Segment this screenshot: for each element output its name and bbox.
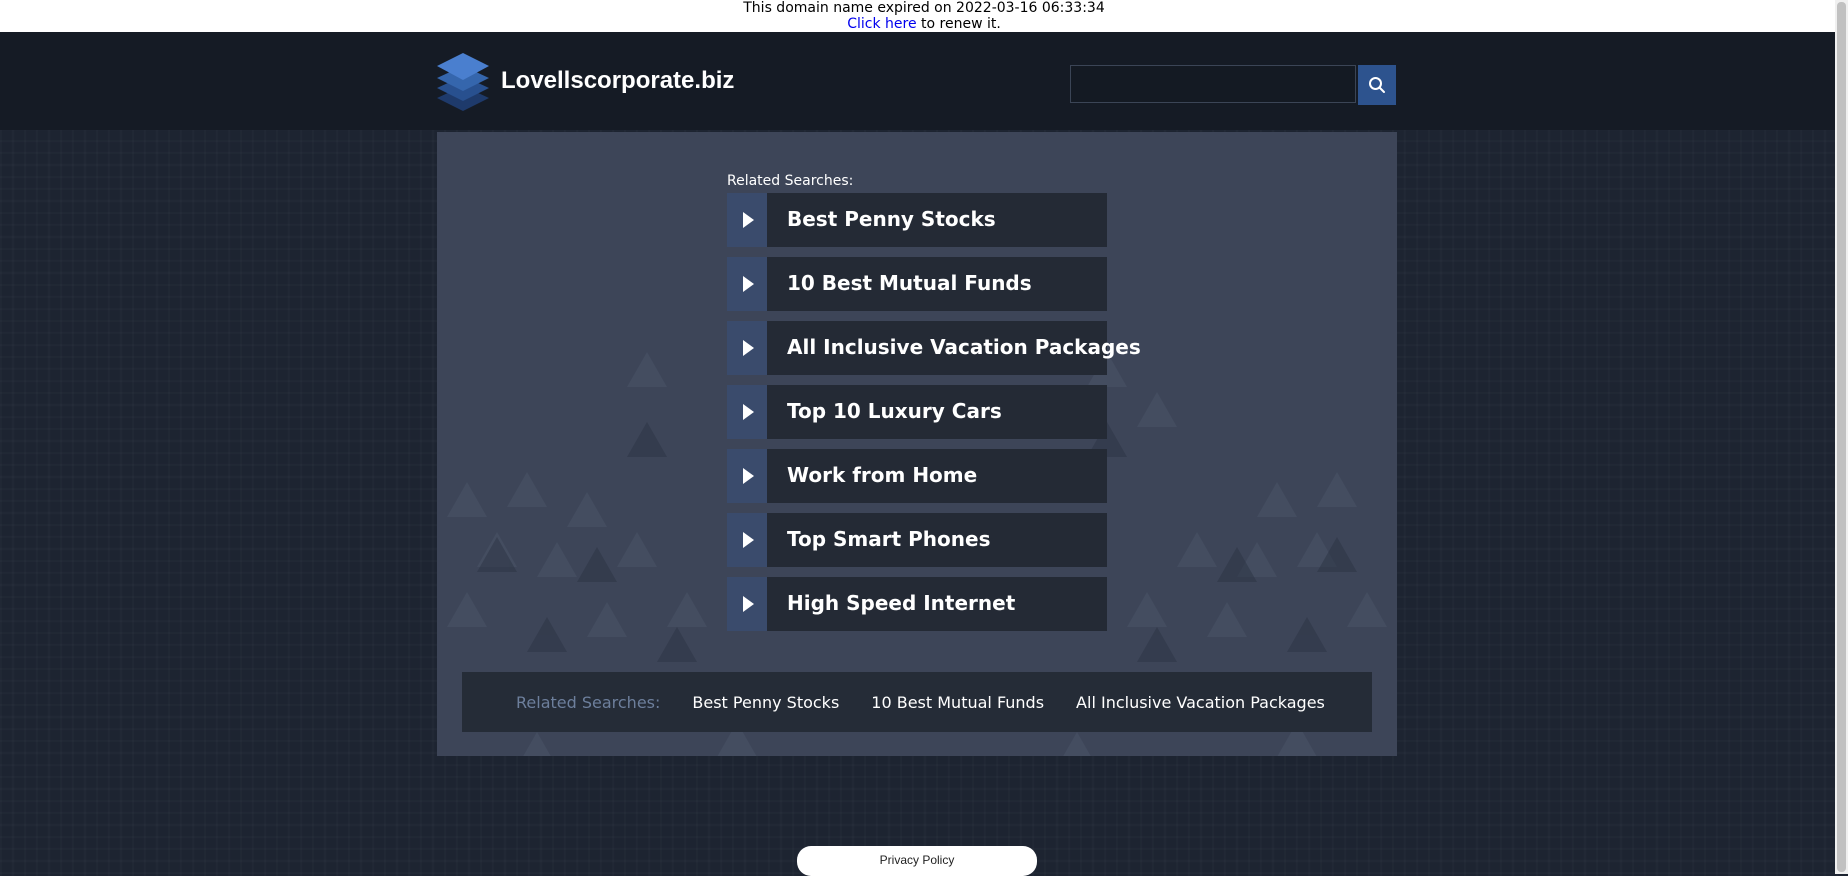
renew-line: Click here to renew it. bbox=[0, 16, 1848, 32]
vertical-scrollbar[interactable] bbox=[1835, 0, 1848, 874]
search-link-label: Best Penny Stocks bbox=[787, 207, 996, 231]
play-arrow-icon bbox=[727, 385, 767, 439]
site-header: Lovellscorporate.biz bbox=[0, 32, 1835, 130]
related-searches-label: Related Searches: bbox=[727, 173, 854, 189]
search-input[interactable] bbox=[1070, 65, 1356, 103]
search-link-label: Work from Home bbox=[787, 463, 978, 487]
search-link-label: 10 Best Mutual Funds bbox=[787, 271, 1032, 295]
bottom-related-label: Related Searches: bbox=[516, 692, 661, 712]
content-panel: Related Searches: Best Penny Stocks 10 B… bbox=[437, 132, 1397, 756]
play-arrow-icon bbox=[727, 577, 767, 631]
search-link-label: Top Smart Phones bbox=[787, 527, 991, 551]
play-arrow-icon bbox=[727, 449, 767, 503]
search-link-all-inclusive-vacation-packages[interactable]: All Inclusive Vacation Packages bbox=[727, 321, 1141, 375]
bottom-link-10-best-mutual-funds[interactable]: 10 Best Mutual Funds bbox=[871, 693, 1044, 712]
search-link-best-penny-stocks[interactable]: Best Penny Stocks bbox=[727, 193, 1107, 247]
renew-suffix: to renew it. bbox=[916, 16, 1001, 32]
renew-link[interactable]: Click here bbox=[847, 16, 916, 32]
domain-expiry-notice: This domain name expired on 2022-03-16 0… bbox=[0, 0, 1848, 32]
search-icon bbox=[1369, 77, 1385, 93]
search-link-10-best-mutual-funds[interactable]: 10 Best Mutual Funds bbox=[727, 257, 1107, 311]
privacy-policy-link[interactable]: Privacy Policy bbox=[797, 846, 1037, 876]
related-searches-list: Best Penny Stocks 10 Best Mutual Funds A… bbox=[727, 193, 1141, 641]
layers-icon bbox=[437, 53, 489, 111]
search-link-label: All Inclusive Vacation Packages bbox=[787, 335, 1141, 359]
play-arrow-icon bbox=[727, 193, 767, 247]
search-button[interactable] bbox=[1358, 65, 1396, 105]
search-link-label: Top 10 Luxury Cars bbox=[787, 399, 1002, 423]
scrollbar-thumb[interactable] bbox=[1837, 2, 1846, 872]
search-link-top-smart-phones[interactable]: Top Smart Phones bbox=[727, 513, 1107, 567]
expiry-text: This domain name expired on 2022-03-16 0… bbox=[743, 0, 1105, 16]
bottom-link-best-penny-stocks[interactable]: Best Penny Stocks bbox=[692, 693, 839, 712]
site-title: Lovellscorporate.biz bbox=[501, 67, 735, 94]
play-arrow-icon bbox=[727, 257, 767, 311]
bottom-link-all-inclusive-vacation-packages[interactable]: All Inclusive Vacation Packages bbox=[1076, 693, 1325, 712]
search-link-high-speed-internet[interactable]: High Speed Internet bbox=[727, 577, 1107, 631]
play-arrow-icon bbox=[727, 321, 767, 375]
search-link-top-10-luxury-cars[interactable]: Top 10 Luxury Cars bbox=[727, 385, 1107, 439]
search-link-work-from-home[interactable]: Work from Home bbox=[727, 449, 1107, 503]
bottom-related-searches: Related Searches: Best Penny Stocks 10 B… bbox=[462, 672, 1372, 732]
play-arrow-icon bbox=[727, 513, 767, 567]
search-link-label: High Speed Internet bbox=[787, 591, 1016, 615]
